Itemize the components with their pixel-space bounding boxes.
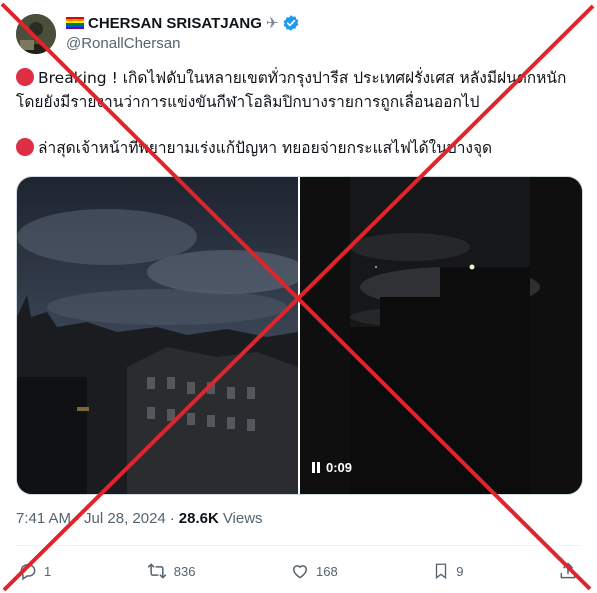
heart-icon [292,565,308,579]
video-controls[interactable]: 0:09 [312,456,352,478]
video-dark-sky[interactable]: 0:09 [300,177,582,494]
rainbow-flag-icon [66,17,84,29]
tweet-time[interactable]: 7:41 AM [16,510,71,527]
like-count: 168 [316,563,338,579]
repost-button[interactable]: 836 [146,561,196,581]
repost-count: 836 [173,563,196,579]
reply-button[interactable]: 1 [18,561,51,581]
views-label: Views [222,510,263,527]
tweet-paragraph: Breaking ! เกิดไฟดับในหลายเขตทั่วกรุงปาร… [16,68,567,111]
views-count: 28.6K [178,510,219,527]
author-handle[interactable]: @RonallChersan [66,35,180,52]
red-circle-icon [16,68,34,86]
tweet-card[interactable]: CHERSAN SRISATJANG ✈ @RonallChersan Brea… [0,0,597,593]
bookmark-button[interactable]: 9 [432,561,463,581]
media-grid: 0:09 [16,176,583,495]
pause-icon[interactable] [312,461,320,473]
meta-separator: · [75,510,81,527]
avatar[interactable] [16,14,56,54]
share-button[interactable] [558,561,578,581]
tweet-text: Breaking ! เกิดไฟดับในหลายเขตทั่วกรุงปาร… [16,66,576,160]
share-icon [560,562,576,579]
reply-count: 1 [44,563,52,579]
tweet-paragraph: ล่าสุดเจ้าหน้าที่พยายามเร่งแก้ปัญหา ทยอย… [16,136,576,160]
divider [16,545,581,546]
reply-icon [20,564,36,581]
display-name[interactable]: CHERSAN SRISATJANG [88,15,262,32]
bookmark-count: 9 [456,563,464,579]
like-button[interactable]: 168 [290,561,338,581]
video-duration: 0:09 [326,459,353,475]
bookmark-icon [436,563,447,580]
author-name-row: CHERSAN SRISATJANG ✈ [66,13,300,33]
meta-separator: · [169,510,175,527]
verified-badge-icon[interactable] [282,14,300,32]
tweet-meta: 7:41 AM · Jul 28, 2024 · 28.6K Views [16,510,263,527]
red-circle-icon [16,138,34,156]
action-bar: 1 836 168 9 [18,558,578,584]
airplane-icon: ✈ [265,15,279,32]
tweet-date[interactable]: Jul 28, 2024 [84,510,166,527]
repost-icon [147,563,166,579]
photo-paris-night[interactable] [17,177,298,494]
